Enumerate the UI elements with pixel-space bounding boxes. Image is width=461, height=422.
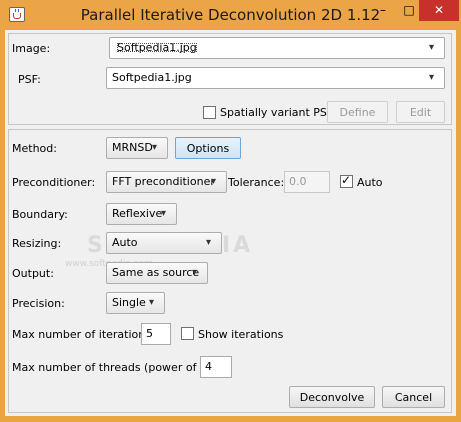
psf-select-value: Softpedia1.jpg <box>112 71 192 84</box>
chevron-down-icon: ▾ <box>211 176 217 187</box>
method-select-value: MRNSD <box>112 141 153 154</box>
app-window: Parallel Iterative Deconvolution 2D 1.12… <box>0 0 461 422</box>
title-bar[interactable]: Parallel Iterative Deconvolution 2D 1.12… <box>0 0 461 30</box>
chevron-down-icon: ▾ <box>161 208 167 219</box>
boundary-select-value: Reflexive <box>112 207 163 220</box>
method-select[interactable]: MRNSD ▾ <box>106 137 168 159</box>
psf-select[interactable]: Softpedia1.jpg ▾ <box>106 67 445 89</box>
max-threads-label: Max number of threads (power of 2): <box>12 361 215 374</box>
chevron-down-icon: ▾ <box>192 267 198 278</box>
precision-select[interactable]: Single ▾ <box>106 292 165 314</box>
checkmark-icon: ✓ <box>341 173 352 187</box>
auto-checkbox[interactable]: ✓ <box>340 173 353 188</box>
image-label: Image: <box>12 42 51 55</box>
method-label: Method: <box>12 142 57 155</box>
options-button[interactable]: Options <box>175 137 241 159</box>
precision-label: Precision: <box>12 297 65 310</box>
show-iterations-checkbox[interactable] <box>181 327 194 340</box>
auto-label: Auto <box>357 176 383 189</box>
max-threads-field[interactable]: 4 <box>200 356 232 378</box>
show-iterations-label: Show iterations <box>198 328 284 341</box>
resizing-select[interactable]: Auto ▾ <box>106 232 222 254</box>
preconditioner-select[interactable]: FFT preconditioner ▾ <box>106 171 227 193</box>
define-button[interactable]: Define <box>327 101 388 123</box>
boundary-select[interactable]: Reflexive ▾ <box>106 203 177 225</box>
resizing-select-value: Auto <box>112 236 138 249</box>
spatially-variant-checkbox[interactable] <box>203 106 216 119</box>
tolerance-label: Tolerance: <box>228 176 285 189</box>
preconditioner-label: Preconditioner: <box>12 176 96 189</box>
max-iterations-field[interactable]: 5 <box>141 323 171 345</box>
edit-button[interactable]: Edit <box>396 101 445 123</box>
deconvolve-button[interactable]: Deconvolve <box>289 386 375 408</box>
max-iterations-label: Max number of iterations: <box>12 328 155 341</box>
chevron-down-icon: ▾ <box>429 72 435 83</box>
chevron-down-icon: ▾ <box>152 142 158 153</box>
boundary-label: Boundary: <box>12 208 68 221</box>
tolerance-field[interactable]: 0.0 <box>284 171 330 193</box>
minimize-button[interactable]: – <box>370 0 396 21</box>
chevron-down-icon: ▾ <box>206 237 212 248</box>
preconditioner-select-value: FFT preconditioner <box>112 175 215 188</box>
chevron-down-icon: ▾ <box>149 297 155 308</box>
cancel-button[interactable]: Cancel <box>382 386 445 408</box>
output-select-value: Same as source <box>112 266 200 279</box>
spatially-variant-label: Spatially variant PSF <box>220 106 334 119</box>
output-label: Output: <box>12 267 54 280</box>
image-select[interactable]: Softpedia1.jpg ▾ <box>109 37 445 59</box>
image-select-value: Softpedia1.jpg <box>116 41 197 54</box>
output-select[interactable]: Same as source ▾ <box>106 262 208 284</box>
psf-label: PSF: <box>18 73 41 86</box>
precision-select-value: Single <box>112 296 146 309</box>
resizing-label: Resizing: <box>12 237 62 250</box>
chevron-down-icon: ▾ <box>429 42 435 53</box>
close-button[interactable]: ✕ <box>419 0 459 21</box>
dialog-body: Image: Softpedia1.jpg ▾ PSF: Softpedia1.… <box>5 30 456 416</box>
